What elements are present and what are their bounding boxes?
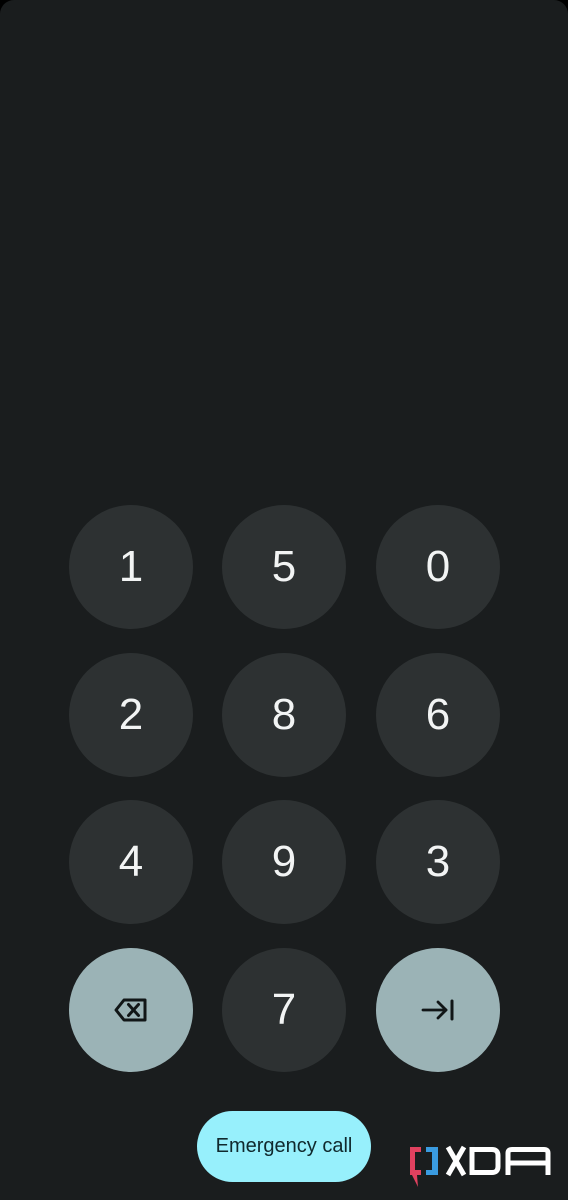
backspace-icon	[114, 998, 147, 1022]
key-1[interactable]: 1	[69, 505, 193, 629]
key-label: 6	[425, 690, 451, 739]
key-label: 0	[425, 542, 451, 591]
key-9[interactable]: 9	[222, 800, 346, 924]
key-label: 9	[271, 837, 297, 886]
key-label: 2	[118, 690, 144, 739]
key-2[interactable]: 2	[69, 653, 193, 777]
xda-bracket-left-icon	[410, 1147, 421, 1187]
key-6[interactable]: 6	[376, 653, 500, 777]
emergency-call-label: Emergency call	[215, 1135, 353, 1157]
xda-letter-d	[469, 1147, 501, 1175]
key-8[interactable]: 8	[222, 653, 346, 777]
key-label: 7	[271, 985, 297, 1034]
key-label: 3	[425, 837, 451, 886]
xda-letter-x	[445, 1145, 467, 1177]
key-label: 5	[271, 542, 297, 591]
enter-button[interactable]	[376, 948, 500, 1072]
key-7[interactable]: 7	[222, 948, 346, 1072]
key-label: 4	[118, 837, 144, 886]
lock-screen: 1 5 0 2 8 6 4 9 3 7 Emergency call	[0, 0, 568, 1200]
key-0[interactable]: 0	[376, 505, 500, 629]
key-label: 8	[271, 690, 297, 739]
key-4[interactable]: 4	[69, 800, 193, 924]
enter-icon	[421, 999, 454, 1021]
key-5[interactable]: 5	[222, 505, 346, 629]
xda-bracket-right-icon	[426, 1147, 438, 1175]
emergency-call-button[interactable]: Emergency call	[197, 1111, 371, 1182]
xda-letter-a	[505, 1147, 551, 1175]
key-label: 1	[118, 542, 144, 591]
xda-logo	[410, 1145, 551, 1187]
backspace-button[interactable]	[69, 948, 193, 1072]
key-3[interactable]: 3	[376, 800, 500, 924]
